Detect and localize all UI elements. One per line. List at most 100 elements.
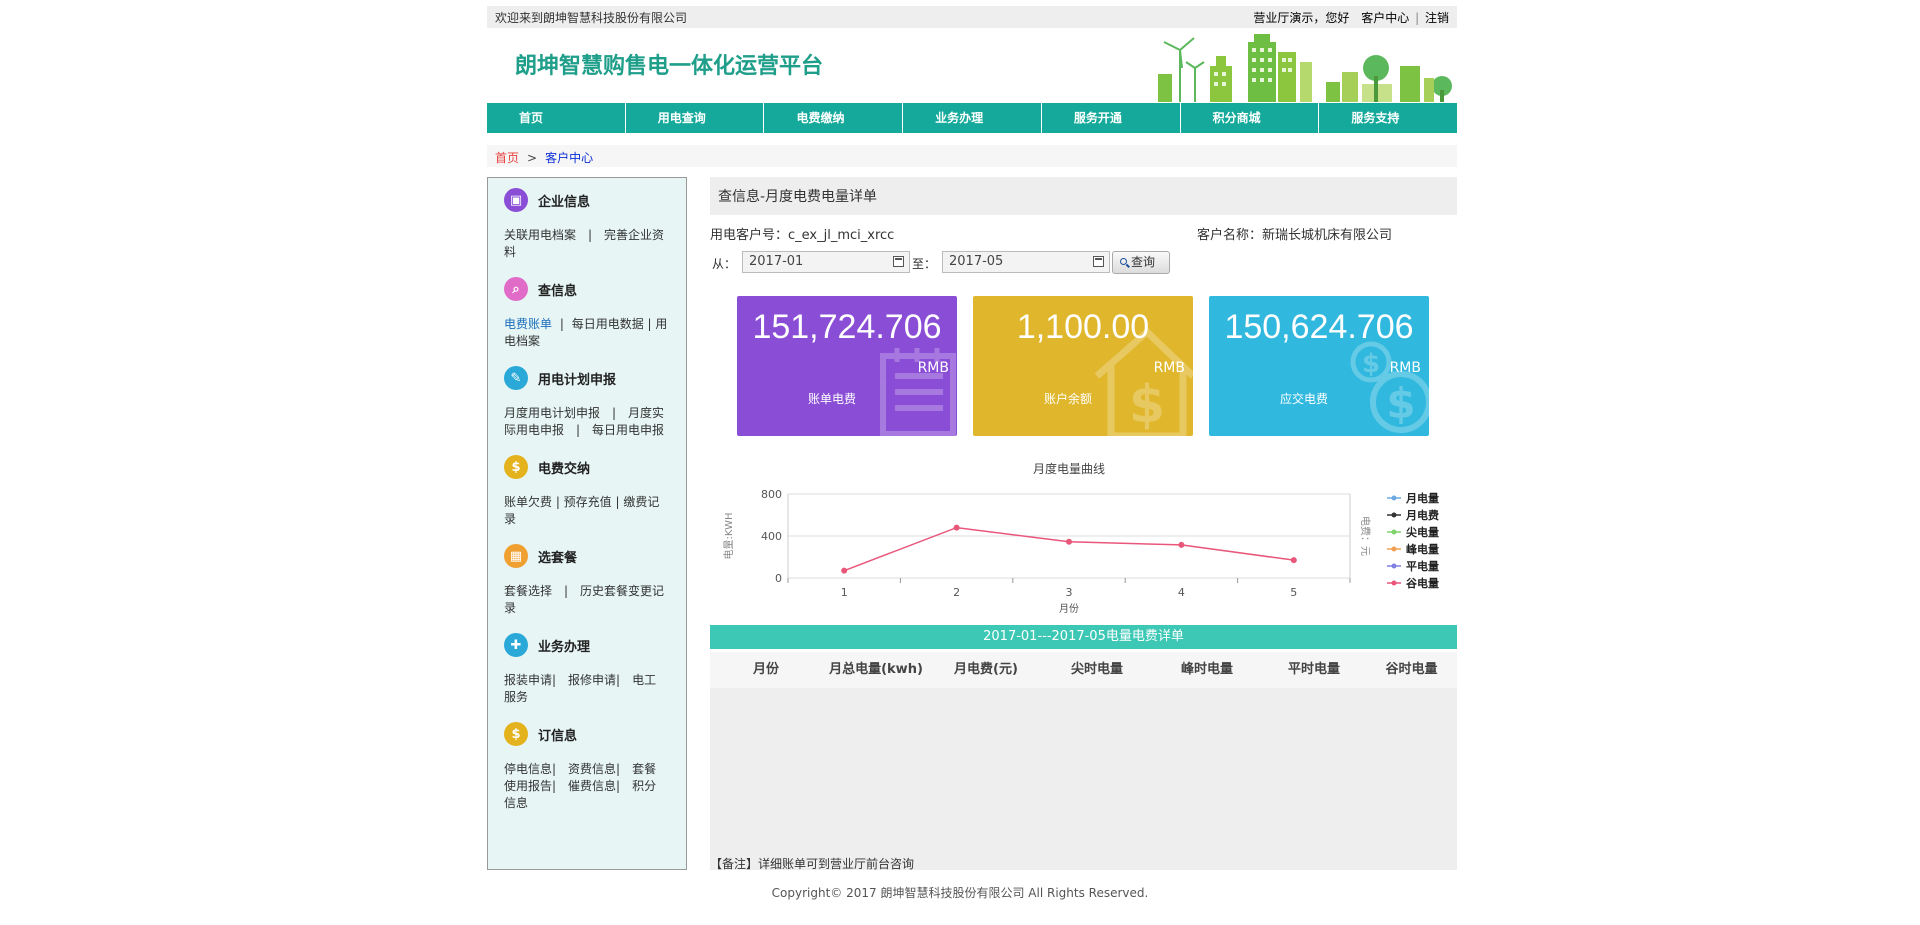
sidebar-section-package[interactable]: ▦ 选套餐 (504, 544, 577, 568)
query-doc-icon: ⌕ (504, 277, 528, 301)
sidebar-link-line[interactable]: 电档案 (504, 333, 674, 350)
breadcrumb-home[interactable]: 首页 (495, 151, 519, 165)
sidebar-section-bill-payment[interactable]: $ 电费交纳 (504, 455, 590, 479)
nav-item-home[interactable]: 首页 (487, 103, 626, 133)
y2-axis-label: 电费：元 (1359, 516, 1372, 556)
company-info-icon: ▣ (504, 188, 528, 212)
page-title: 查信息-月度电费电量详单 (718, 189, 878, 205)
legend-label: 月电费 (1405, 508, 1439, 522)
legend-marker (1391, 580, 1397, 586)
customer-center-link[interactable]: 客户中心 (1361, 11, 1409, 25)
sidebar-link-line[interactable]: 关联用电档案 | 完善企业资 (504, 227, 674, 244)
sidebar-section-company-info[interactable]: ▣ 企业信息 (504, 188, 590, 212)
sidebar-section-title: 用电计划申报 (538, 372, 617, 388)
card-unit: RMB (917, 360, 949, 376)
data-point (953, 524, 960, 531)
copyright: Copyright© 2017 朗坤智慧科技股份有限公司 All Rights … (771, 886, 1149, 900)
monthly-usage-chart: 月度电量曲线 0 400 800 1 2 3 4 5 月份 电量:KWH 电费：元 月电量月电费尖电量峰… (722, 461, 1439, 615)
sidebar-section-order-info[interactable]: $ 订信息 (504, 722, 577, 746)
table-title: 2017-01---2017-05电量电费详单 (710, 625, 1457, 649)
sidebar-link-line[interactable]: 录 (504, 600, 674, 617)
table-header: 月份 月总电量(kwh) 月电费(元) 尖时电量 峰时电量 平时电量 谷时电量 (710, 652, 1457, 688)
sidebar-links: 月度用电计划申报 | 月度实 际用电申报 | 每日用电申报 (504, 405, 674, 439)
sidebar-link-line[interactable]: 使用报告| 催费信息| 积分 (504, 778, 674, 795)
sidebar-section-business[interactable]: ✚ 业务办理 (504, 633, 590, 657)
sidebar-link-line[interactable]: 停电信息| 资费信息| 套餐 (504, 761, 674, 778)
dollar-icon: $ (504, 722, 528, 746)
sidebar-section-query-info[interactable]: ⌕ 查信息 (504, 277, 577, 301)
legend-label: 峰电量 (1406, 542, 1439, 556)
sidebar-link-line[interactable]: 报装申请| 报修申请| 电工 (504, 672, 674, 689)
welcome-text: 欢迎来到朗坤智慧科技股份有限公司 (495, 11, 688, 25)
query-button[interactable]: 查询 (1112, 251, 1170, 274)
y-tick-label: 800 (761, 488, 782, 501)
sidebar-link-line[interactable]: 际用电申报 | 每日用电申报 (504, 422, 674, 439)
card-unit: RMB (1153, 360, 1185, 376)
sidebar-link-line[interactable]: 每日用电数据 | 用 (572, 317, 668, 331)
data-point (1290, 557, 1297, 564)
legend-label: 平电量 (1406, 559, 1439, 573)
sidebar-link-line[interactable]: 服务 (504, 689, 674, 706)
column-header: 月份 (752, 662, 779, 677)
nav-item-business[interactable]: 业务办理 (903, 103, 1042, 133)
card-label: 账户余额 (1043, 392, 1092, 406)
to-date-input[interactable]: 2017-05 (942, 251, 1110, 273)
breadcrumb: 首页 > 客户中心 (487, 145, 1457, 167)
calendar-icon[interactable] (893, 256, 904, 267)
y-tick-label: 0 (775, 572, 782, 585)
card-due-amount: $ $ 150,624.706 RMB 应交电费 (1209, 296, 1429, 436)
nav-item-bill-payment[interactable]: 电费缴纳 (764, 103, 904, 133)
search-icon (1120, 258, 1127, 265)
nav-item-usage-query[interactable]: 用电查询 (626, 103, 765, 133)
legend-label: 谷电量 (1406, 576, 1439, 590)
column-header: 峰时电量 (1180, 662, 1233, 677)
column-header: 月总电量(kwh) (829, 662, 923, 677)
logout-link[interactable]: 注销 (1425, 11, 1449, 25)
legend-label: 月电量 (1405, 491, 1439, 505)
plan-report-icon: ✎ (504, 366, 528, 390)
sidebar-link-separator: | (559, 317, 564, 331)
sidebar-links: 报装申请| 报修申请| 电工 服务 (504, 672, 674, 706)
column-header: 月电费(元) (954, 662, 1018, 677)
from-date-input[interactable]: 2017-01 (742, 251, 910, 273)
sidebar-link-bill[interactable]: 电费账单 (504, 317, 552, 331)
x-tick-label: 4 (1178, 586, 1185, 599)
sidebar-link-line[interactable]: 信息 (504, 795, 674, 812)
x-tick-label: 2 (953, 586, 960, 599)
sidebar-link-line[interactable]: 料 (504, 244, 674, 261)
top-bar: 欢迎来到朗坤智慧科技股份有限公司 营业厅演示，您好 客户中心 | 注销 (487, 6, 1457, 28)
card-amount: 151,724.706 (752, 308, 942, 346)
package-icon: ▦ (504, 544, 528, 568)
calendar-icon[interactable] (1093, 256, 1104, 267)
column-header: 平时电量 (1287, 662, 1340, 677)
svg-text:$: $ (1362, 349, 1380, 379)
sidebar-link-line[interactable]: 录 (504, 511, 674, 528)
sidebar: ▣ 企业信息 关联用电档案 | 完善企业资 料 ⌕ 查信息 电费账单 | 每日用… (487, 177, 687, 870)
sidebar-section-plan-report[interactable]: ✎ 用电计划申报 (504, 366, 616, 390)
card-account-balance: $ 1,100.00 RMB 账户余额 (973, 296, 1193, 436)
sidebar-link-line[interactable]: 月度用电计划申报 | 月度实 (504, 405, 674, 422)
from-date-value: 2017-01 (749, 254, 804, 269)
breadcrumb-separator: > (527, 151, 538, 165)
to-label: 至： (912, 257, 937, 271)
top-user-links: 营业厅演示，您好 客户中心 | 注销 (1251, 9, 1449, 26)
legend-marker (1391, 512, 1397, 518)
nav-item-points-mall[interactable]: 积分商城 (1181, 103, 1320, 133)
breadcrumb-current[interactable]: 客户中心 (545, 151, 593, 165)
dollar-icon: $ (504, 455, 528, 479)
coins-icon: $ $ (1350, 341, 1429, 433)
data-point (841, 567, 848, 574)
card-label: 应交电费 (1279, 392, 1328, 406)
nav-item-service-open[interactable]: 服务开通 (1042, 103, 1181, 133)
legend-marker (1391, 563, 1397, 569)
sidebar-link-line[interactable]: 套餐选择 | 历史套餐变更记 (504, 583, 674, 600)
data-point (1178, 541, 1185, 548)
city-skyline-icon (1158, 34, 1452, 102)
nav-item-support[interactable]: 服务支持 (1319, 103, 1457, 133)
business-icon: ✚ (504, 633, 528, 657)
x-axis-label: 月份 (1059, 603, 1079, 615)
customer-name: 客户名称：新瑞长城机床有限公司 (1197, 228, 1393, 243)
y-axis-label: 电量:KWH (722, 513, 735, 560)
sidebar-link-line[interactable]: 账单欠费 | 预存充值 | 缴费记 (504, 494, 674, 511)
table-note: 【备注】详细账单可到营业厅前台咨询 (710, 857, 915, 871)
